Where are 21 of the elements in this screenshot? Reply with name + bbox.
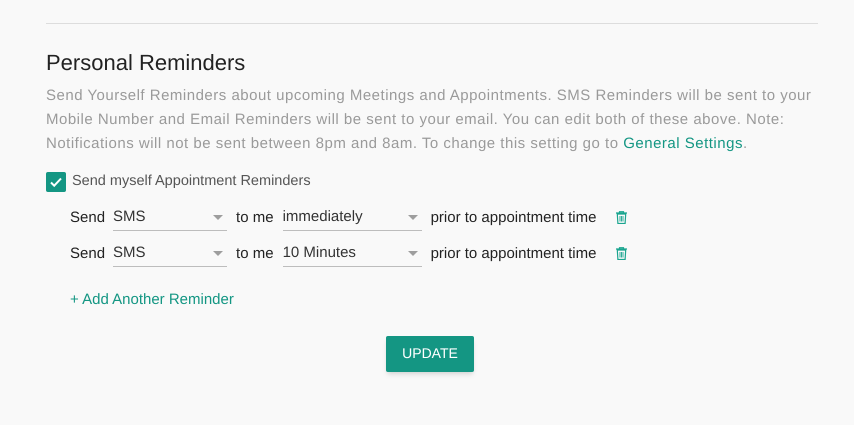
update-button[interactable]: UPDATE <box>386 336 474 372</box>
prior-label: prior to appointment time <box>430 244 596 264</box>
dropdown-caret-icon <box>213 214 224 220</box>
method-dropdown[interactable]: SMS <box>113 240 228 267</box>
dropdown-caret-icon <box>408 250 418 256</box>
checkbox[interactable] <box>46 172 66 192</box>
send-label: Send <box>70 208 106 228</box>
send-label: Send <box>70 244 106 264</box>
method-dropdown[interactable]: SMS <box>113 204 228 231</box>
to-me-label: to me <box>236 208 274 228</box>
section-description: Send Yourself Reminders about upcoming Meetings and Appointments. SMS Reminders will be sent to your Mobile Number and Email Reminders will be sent to your email. You can edit both of these above. Note: Notifications will not be sent between 8pm and 8am. To change this setting go to General Settings. <box>46 86 812 154</box>
dropdown-caret-icon <box>408 214 418 220</box>
timing-dropdown[interactable]: immediately <box>282 204 422 231</box>
to-me-label: to me <box>236 244 274 264</box>
checkbox-label[interactable]: Send myself Appointment Reminders <box>72 171 311 193</box>
prior-label: prior to appointment time <box>430 208 596 228</box>
trash-icon[interactable] <box>616 247 628 260</box>
dropdown-caret-icon <box>213 250 224 256</box>
trash-icon[interactable] <box>616 211 628 224</box>
timing-dropdown[interactable]: 10 Minutes <box>282 240 422 267</box>
section-title: Personal Reminders <box>46 50 246 76</box>
